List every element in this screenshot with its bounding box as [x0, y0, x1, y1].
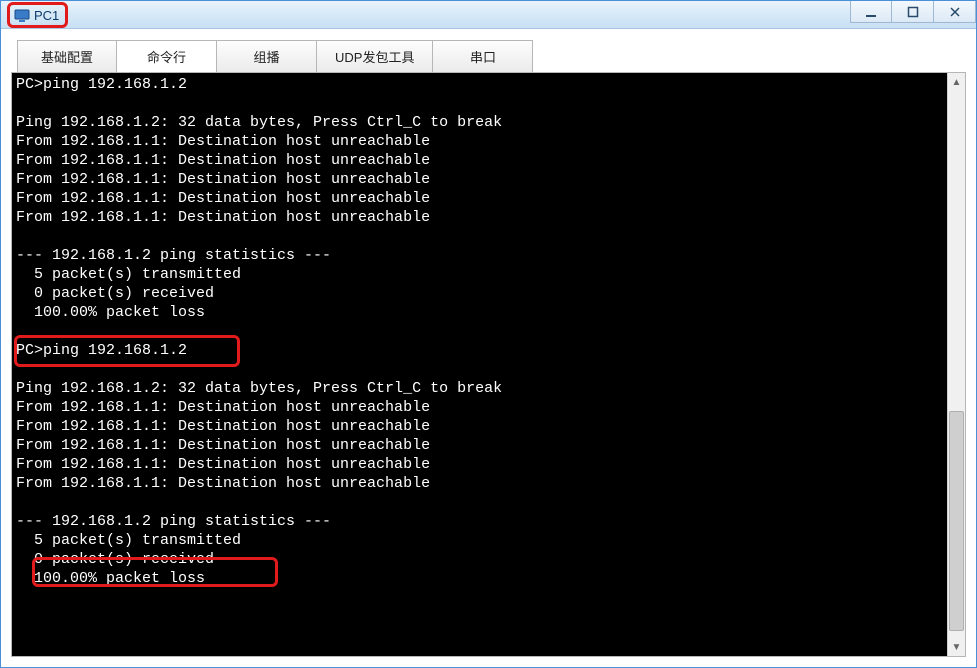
terminal-line: From 192.168.1.1: Destination host unrea…: [16, 151, 943, 170]
terminal-line: From 192.168.1.1: Destination host unrea…: [16, 170, 943, 189]
terminal-line: From 192.168.1.1: Destination host unrea…: [16, 474, 943, 493]
title-highlight: PC1: [7, 2, 68, 28]
titlebar: PC1: [1, 1, 976, 29]
terminal-line: [16, 227, 943, 246]
terminal-line: From 192.168.1.1: Destination host unrea…: [16, 417, 943, 436]
scrollbar[interactable]: ▲ ▼: [947, 73, 965, 656]
tab-1[interactable]: 命令行: [117, 40, 217, 73]
tab-0[interactable]: 基础配置: [17, 40, 117, 73]
terminal-line: [16, 493, 943, 512]
terminal-line: 100.00% packet loss: [16, 569, 943, 588]
terminal-line: 100.00% packet loss: [16, 303, 943, 322]
terminal-line: 0 packet(s) received: [16, 550, 943, 569]
window-title: PC1: [34, 8, 59, 23]
window-controls: [850, 1, 976, 29]
terminal-line: PC>ping 192.168.1.2: [16, 75, 943, 94]
terminal-line: 0 packet(s) received: [16, 284, 943, 303]
terminal-line: PC>ping 192.168.1.2: [16, 341, 943, 360]
tab-2[interactable]: 组播: [217, 40, 317, 73]
terminal-line: From 192.168.1.1: Destination host unrea…: [16, 132, 943, 151]
close-button[interactable]: [934, 1, 976, 23]
maximize-button[interactable]: [892, 1, 934, 23]
terminal-line: From 192.168.1.1: Destination host unrea…: [16, 455, 943, 474]
tab-3[interactable]: UDP发包工具: [317, 40, 433, 73]
terminal-line: --- 192.168.1.2 ping statistics ---: [16, 246, 943, 265]
scroll-down-icon[interactable]: ▼: [948, 638, 965, 656]
terminal-line: --- 192.168.1.2 ping statistics ---: [16, 512, 943, 531]
terminal-line: Ping 192.168.1.2: 32 data bytes, Press C…: [16, 113, 943, 132]
terminal-line: From 192.168.1.1: Destination host unrea…: [16, 208, 943, 227]
terminal-line: Ping 192.168.1.2: 32 data bytes, Press C…: [16, 379, 943, 398]
scroll-thumb[interactable]: [949, 411, 964, 631]
terminal-line: [16, 322, 943, 341]
terminal-line: 5 packet(s) transmitted: [16, 265, 943, 284]
terminal-panel: PC>ping 192.168.1.2 Ping 192.168.1.2: 32 …: [11, 72, 966, 657]
terminal-line: 5 packet(s) transmitted: [16, 531, 943, 550]
app-icon: [14, 7, 30, 23]
terminal-line: [16, 360, 943, 379]
app-window: PC1 基础配置命令行组播UDP发包工具串口 PC>ping 192.168.1…: [0, 0, 977, 668]
scroll-up-icon[interactable]: ▲: [948, 73, 965, 91]
terminal-line: From 192.168.1.1: Destination host unrea…: [16, 398, 943, 417]
client-area: 基础配置命令行组播UDP发包工具串口 PC>ping 192.168.1.2 Pi…: [1, 29, 976, 667]
terminal-line: From 192.168.1.1: Destination host unrea…: [16, 436, 943, 455]
terminal-line: [16, 94, 943, 113]
tab-4[interactable]: 串口: [433, 40, 533, 73]
terminal-line: From 192.168.1.1: Destination host unrea…: [16, 189, 943, 208]
tab-bar: 基础配置命令行组播UDP发包工具串口: [11, 39, 966, 72]
scroll-track[interactable]: [949, 91, 964, 638]
terminal[interactable]: PC>ping 192.168.1.2 Ping 192.168.1.2: 32 …: [12, 73, 947, 656]
minimize-button[interactable]: [850, 1, 892, 23]
